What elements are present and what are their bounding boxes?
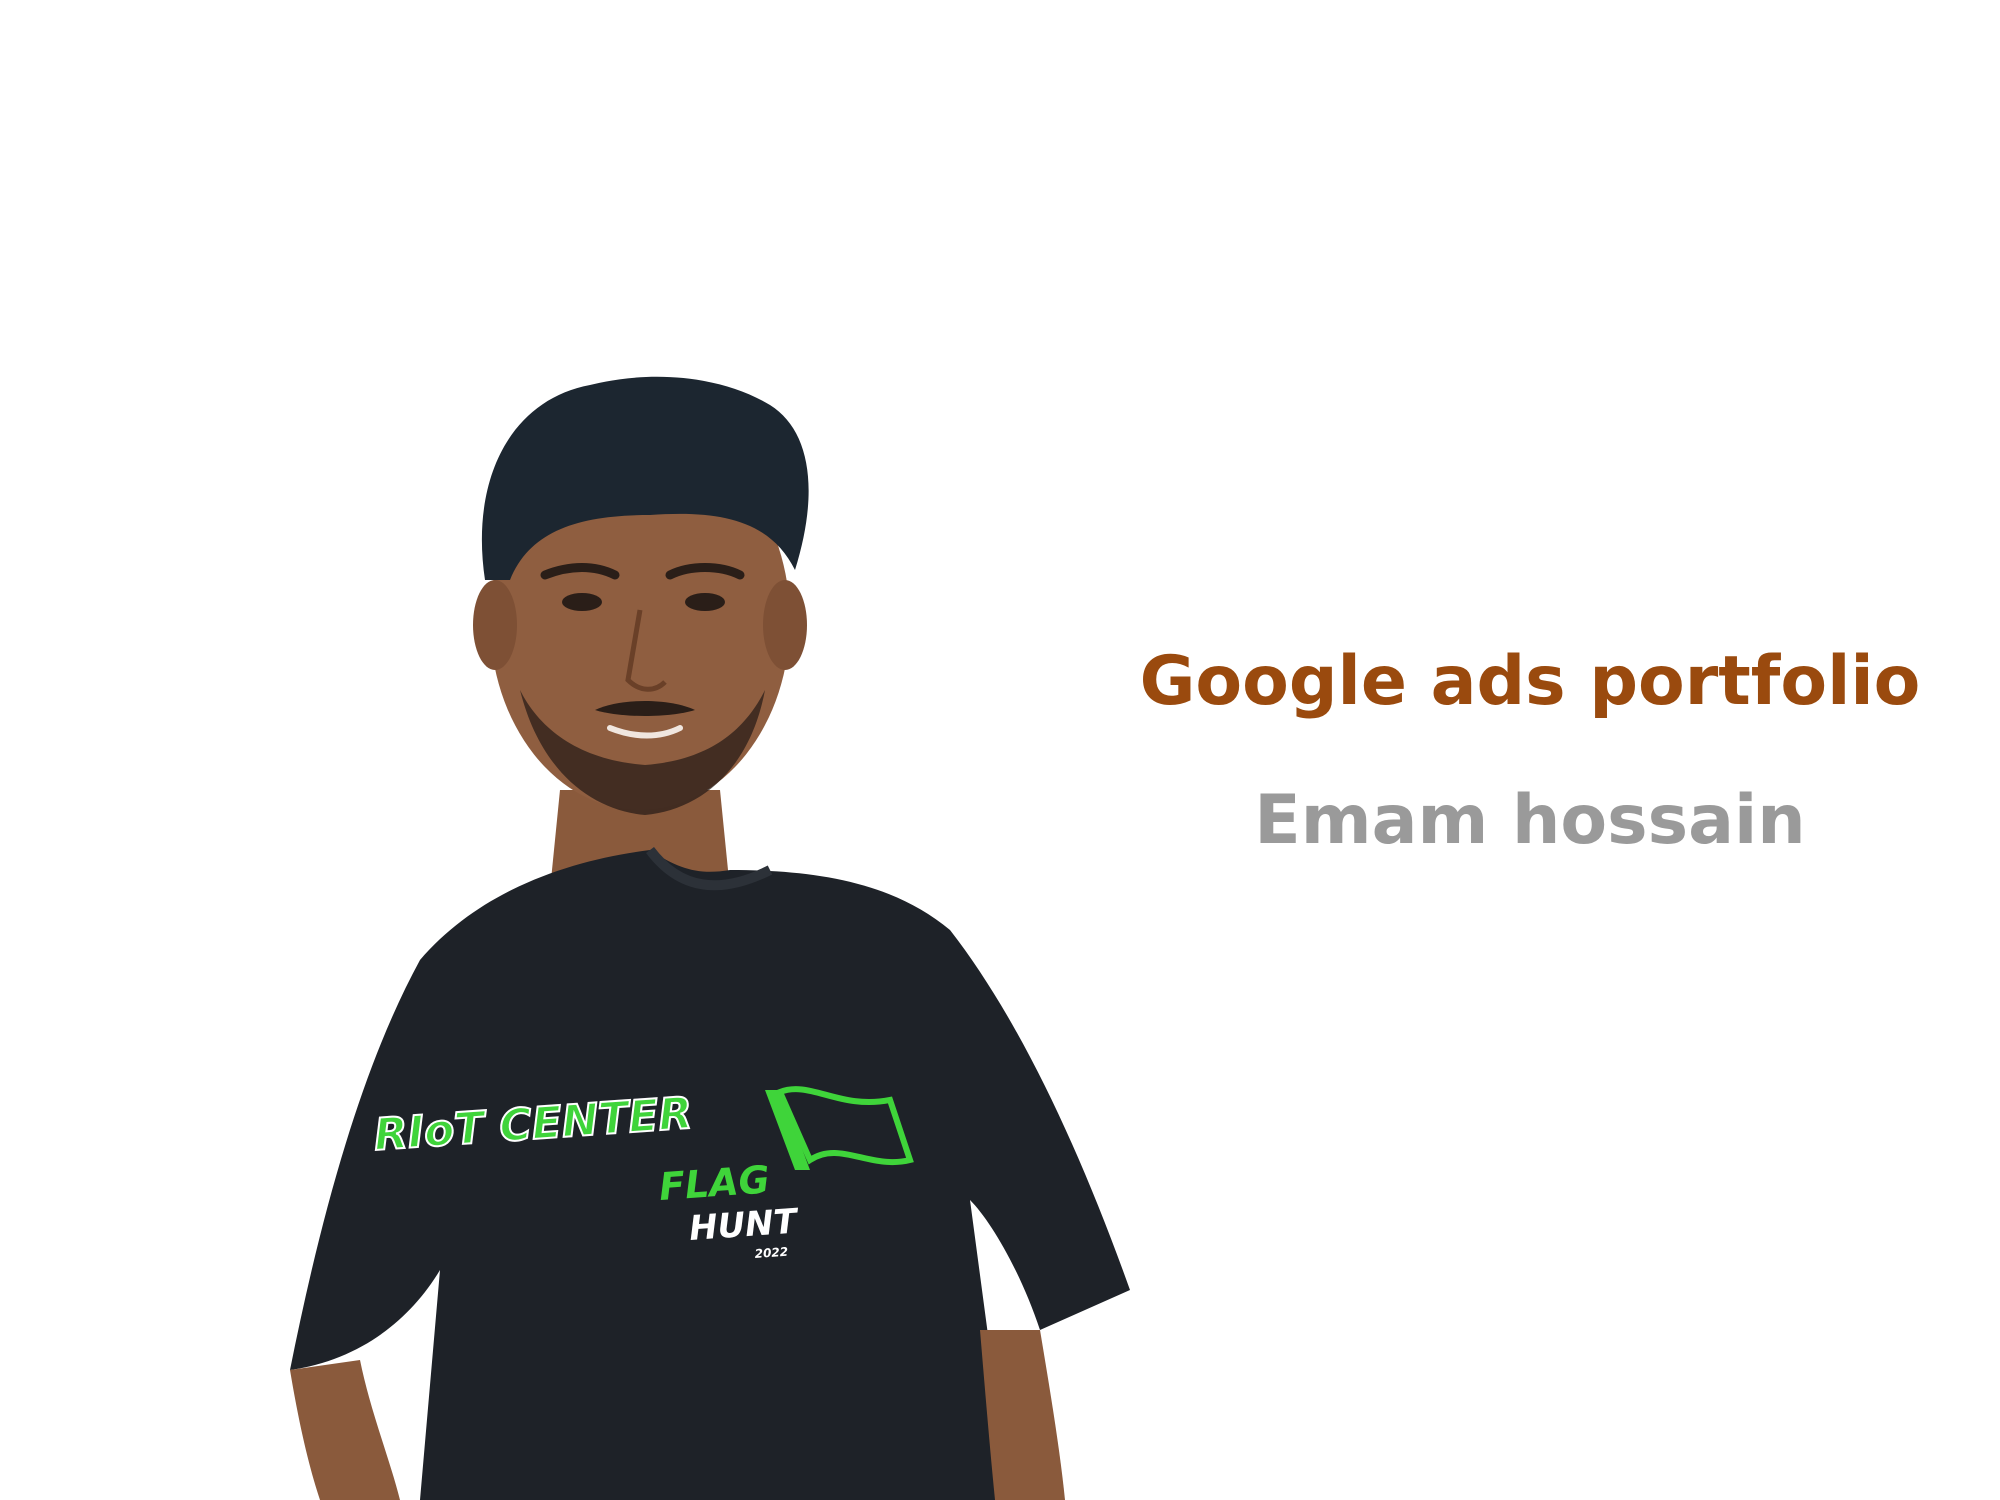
author-name: Emam hossain — [1254, 781, 1806, 860]
shirt-print-line3: HUNT — [688, 1201, 801, 1249]
right-arm — [980, 1330, 1065, 1500]
right-eye — [685, 593, 725, 611]
shirt-print-line2: FLAG — [658, 1157, 772, 1209]
left-arm — [290, 1360, 400, 1500]
left-ear — [473, 580, 517, 670]
right-ear — [763, 580, 807, 670]
portrait-photo: RIoT CENTER FLAG HUNT 2022 — [250, 370, 1170, 1500]
shirt-print-year: 2022 — [754, 1245, 788, 1261]
slide-canvas: RIoT CENTER FLAG HUNT 2022 Google ads po… — [0, 0, 2000, 1500]
left-eye — [562, 593, 602, 611]
person-illustration: RIoT CENTER FLAG HUNT 2022 — [290, 376, 1130, 1500]
slide-title: Google ads portfolio — [1139, 642, 1921, 721]
